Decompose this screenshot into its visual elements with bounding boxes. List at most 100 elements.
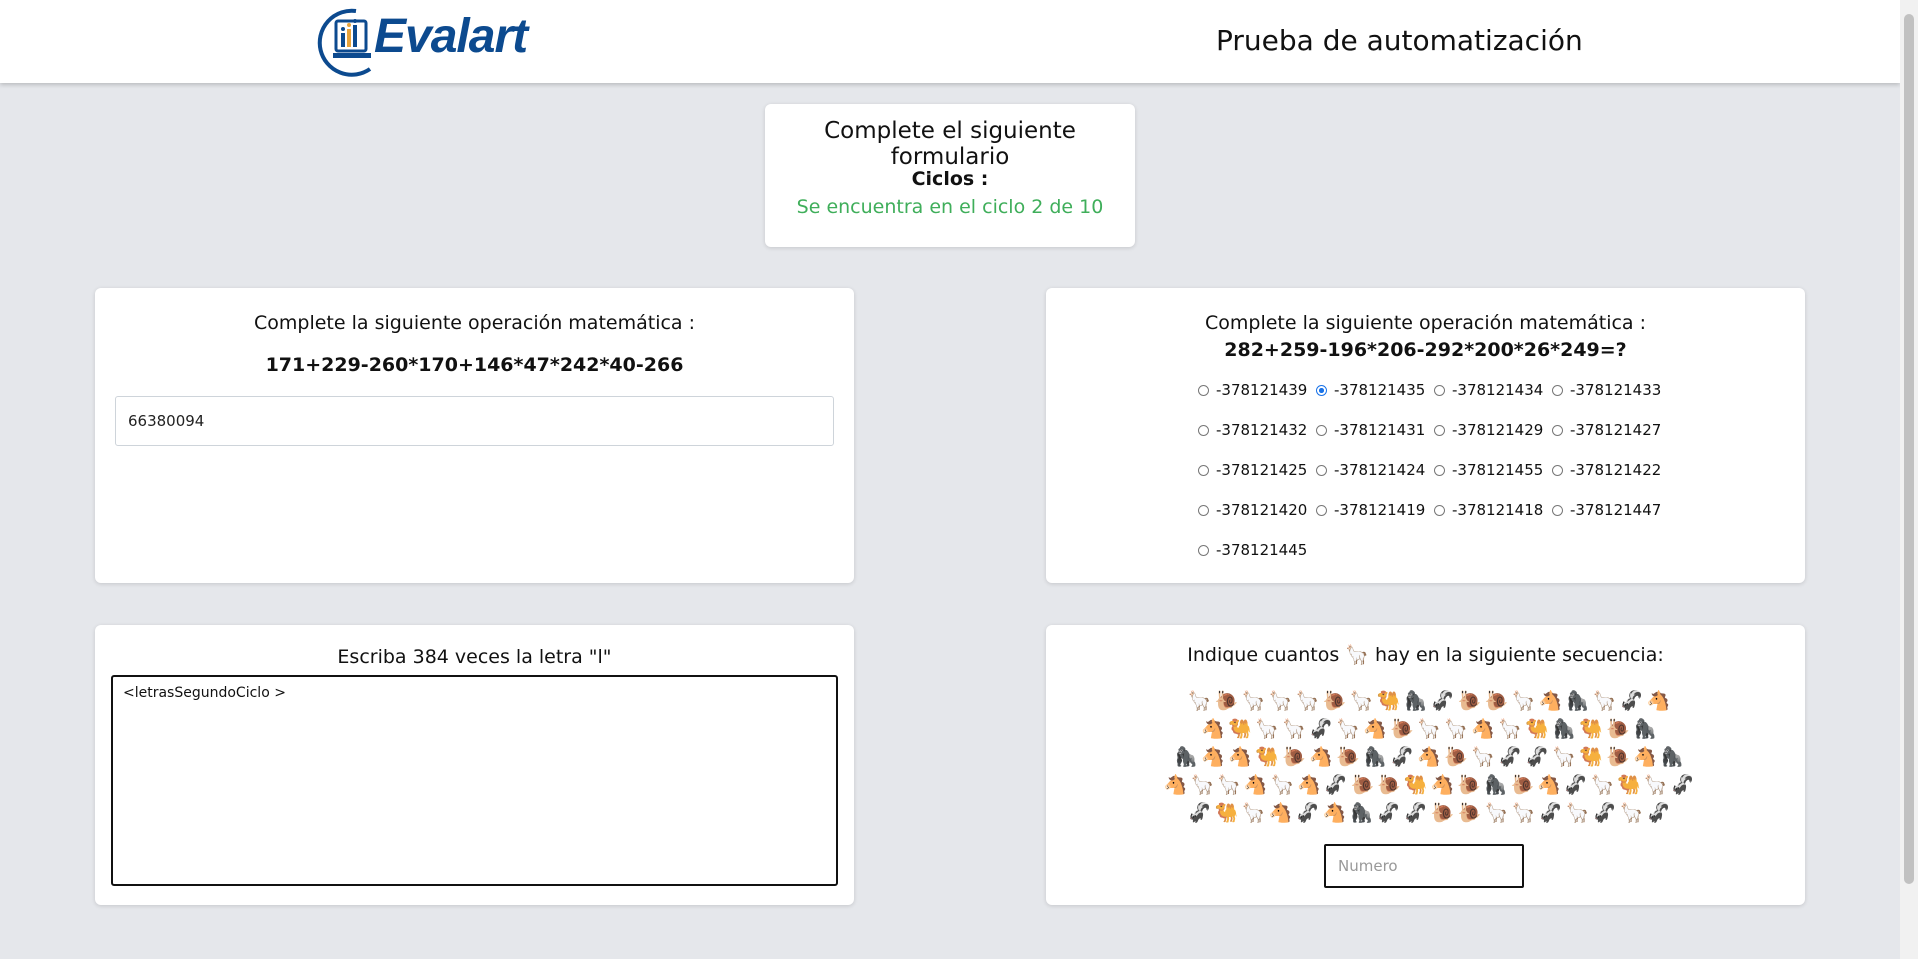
radio-button[interactable] bbox=[1198, 424, 1209, 436]
answer-option[interactable]: -378121447 bbox=[1552, 500, 1661, 520]
camel-icon: 🐫 bbox=[1403, 774, 1428, 796]
skunk-icon: 🦨 bbox=[1430, 690, 1455, 712]
math-input-card: Complete la siguiente operación matemáti… bbox=[95, 288, 854, 583]
animal-count-input[interactable] bbox=[1324, 844, 1524, 888]
letters-textarea[interactable]: <letrasSegundoCiclo > bbox=[111, 675, 838, 886]
page-title: Prueba de automatización bbox=[1216, 24, 1583, 57]
camel-icon: 🐫 bbox=[1579, 718, 1603, 740]
llama-icon: 🦙 bbox=[1349, 690, 1374, 712]
llama-icon: 🦙 bbox=[1590, 774, 1615, 796]
horse-icon: 🐴 bbox=[1322, 802, 1347, 824]
answer-option[interactable]: -378121425 bbox=[1198, 460, 1307, 480]
radio-button[interactable] bbox=[1552, 464, 1563, 476]
snail-icon: 🐌 bbox=[1214, 690, 1239, 712]
horse-icon: 🐴 bbox=[1537, 774, 1561, 796]
radio-button[interactable] bbox=[1198, 544, 1209, 556]
llama-icon: 🦙 bbox=[1471, 746, 1495, 768]
answer-option[interactable]: -378121420 bbox=[1198, 500, 1307, 520]
radio-button[interactable] bbox=[1198, 384, 1209, 396]
llama-icon: 🦙 bbox=[1619, 802, 1644, 824]
answer-option-label: -378121455 bbox=[1452, 461, 1544, 479]
gorilla-icon: 🦍 bbox=[1403, 690, 1428, 712]
answer-option[interactable]: -378121432 bbox=[1198, 420, 1307, 440]
radio-button[interactable] bbox=[1198, 504, 1209, 516]
skunk-icon: 🦨 bbox=[1323, 774, 1348, 796]
llama-icon: 🦙 bbox=[1484, 802, 1509, 824]
radio-button[interactable] bbox=[1316, 464, 1327, 476]
answer-option[interactable]: -378121419 bbox=[1316, 500, 1425, 520]
camel-icon: 🐫 bbox=[1214, 802, 1239, 824]
radio-button[interactable] bbox=[1552, 424, 1563, 436]
answer-option[interactable]: -378121439 bbox=[1198, 380, 1307, 400]
vertical-scrollbar[interactable] bbox=[1900, 0, 1918, 959]
horse-icon: 🐴 bbox=[1201, 718, 1225, 740]
snail-icon: 🐌 bbox=[1336, 746, 1360, 768]
radio-button[interactable] bbox=[1552, 384, 1563, 396]
answer-option[interactable]: -378121429 bbox=[1434, 420, 1543, 440]
answer-option-label: -378121420 bbox=[1216, 501, 1308, 519]
gorilla-icon: 🦍 bbox=[1565, 690, 1590, 712]
letters-card: Escriba 384 veces la letra "l" <letrasSe… bbox=[95, 625, 854, 905]
radio-button[interactable] bbox=[1434, 504, 1445, 516]
gorilla-icon: 🦍 bbox=[1349, 802, 1374, 824]
horse-icon: 🐴 bbox=[1430, 774, 1455, 796]
answer-option[interactable]: -378121418 bbox=[1434, 500, 1543, 520]
radio-button[interactable] bbox=[1434, 424, 1445, 436]
math-input-operation: 171+229-260*170+146*47*242*40-266 bbox=[265, 354, 684, 376]
answer-option[interactable]: -378121455 bbox=[1434, 460, 1543, 480]
answer-option-label: -378121432 bbox=[1216, 421, 1308, 439]
snail-icon: 🐌 bbox=[1510, 774, 1535, 796]
math-choice-card: Complete la siguiente operación matemáti… bbox=[1046, 288, 1805, 583]
answer-option[interactable]: -378121427 bbox=[1552, 420, 1661, 440]
llama-icon: 🦙 bbox=[1345, 644, 1369, 666]
answer-option[interactable]: -378121422 bbox=[1552, 460, 1661, 480]
snail-icon: 🐌 bbox=[1457, 802, 1482, 824]
radio-button[interactable] bbox=[1552, 504, 1563, 516]
answer-option-label: -378121435 bbox=[1334, 381, 1426, 399]
math-answer-input[interactable] bbox=[115, 396, 834, 446]
radio-button[interactable] bbox=[1434, 464, 1445, 476]
answer-option[interactable]: -378121435 bbox=[1316, 380, 1425, 400]
sequence-row: 🐴 🦙 🦙 🐴 🦙 🐴 🦨 🐌 🐌 🐫 🐴 🐌 🦍 🐌 🐴 🦨 🦙 🐫 🦙 🦨 bbox=[1164, 771, 1694, 799]
llama-icon: 🦙 bbox=[1336, 718, 1360, 740]
radio-button[interactable] bbox=[1316, 424, 1327, 436]
llama-icon: 🦙 bbox=[1552, 746, 1576, 768]
gorilla-icon: 🦍 bbox=[1552, 718, 1576, 740]
llama-icon: 🦙 bbox=[1498, 718, 1522, 740]
skunk-icon: 🦨 bbox=[1390, 746, 1414, 768]
snail-icon: 🐌 bbox=[1282, 746, 1306, 768]
answer-option[interactable]: -378121434 bbox=[1434, 380, 1543, 400]
sequence-row: 🐴 🐫 🦙 🦙 🦨 🦙 🐴 🐌 🦙 🦙 🐴 🦙 🐫 🦍 🐫 🐌 🦍 bbox=[1164, 715, 1694, 743]
gorilla-icon: 🦍 bbox=[1660, 746, 1684, 768]
answer-option-label: -378121439 bbox=[1216, 381, 1308, 399]
answer-option[interactable]: -378121445 bbox=[1198, 540, 1307, 560]
llama-icon: 🦙 bbox=[1444, 718, 1468, 740]
monitor-chart-icon bbox=[317, 8, 372, 77]
llama-icon: 🦙 bbox=[1268, 690, 1293, 712]
math-choice-title: Complete la siguiente operación matemáti… bbox=[1205, 312, 1646, 334]
answer-option[interactable]: -378121431 bbox=[1316, 420, 1425, 440]
radio-button[interactable] bbox=[1316, 384, 1327, 396]
llama-icon: 🦙 bbox=[1241, 690, 1266, 712]
horse-icon: 🐴 bbox=[1163, 774, 1188, 796]
snail-icon: 🐌 bbox=[1444, 746, 1468, 768]
skunk-icon: 🦨 bbox=[1670, 774, 1695, 796]
radio-button[interactable] bbox=[1316, 504, 1327, 516]
cycle-status: Se encuentra en el ciclo 2 de 10 bbox=[796, 196, 1104, 218]
camel-icon: 🐫 bbox=[1255, 746, 1279, 768]
radio-button[interactable] bbox=[1198, 464, 1209, 476]
snail-icon: 🐌 bbox=[1322, 690, 1347, 712]
answer-option-label: -378121425 bbox=[1216, 461, 1308, 479]
llama-icon: 🦙 bbox=[1282, 718, 1306, 740]
answer-option[interactable]: -378121433 bbox=[1552, 380, 1661, 400]
skunk-icon: 🦨 bbox=[1619, 690, 1644, 712]
answer-option-label: -378121445 bbox=[1216, 541, 1308, 559]
llama-icon: 🦙 bbox=[1417, 718, 1441, 740]
radio-button[interactable] bbox=[1434, 384, 1445, 396]
logo-wordmark: Evalart bbox=[374, 10, 528, 63]
skunk-icon: 🦨 bbox=[1498, 746, 1522, 768]
answer-option[interactable]: -378121424 bbox=[1316, 460, 1425, 480]
skunk-icon: 🦨 bbox=[1295, 802, 1320, 824]
scrollbar-thumb[interactable] bbox=[1904, 14, 1914, 884]
horse-icon: 🐴 bbox=[1646, 690, 1671, 712]
